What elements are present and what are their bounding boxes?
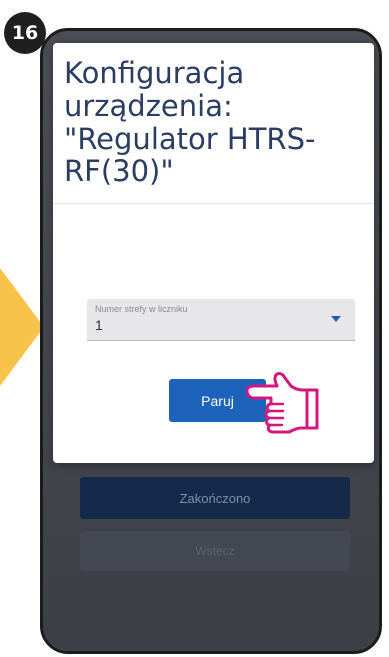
step-number-badge: 16 [4,12,46,54]
screenshot-stage: 16 Zakończono Wstecz Konfiguracja urządz… [0,0,389,657]
dialog-title-line: Konfiguracja [64,56,245,90]
dialog-divider [53,203,374,204]
zone-number-select[interactable]: Numer strefy w liczniku 1 [87,299,355,341]
dialog-title-line: RF(30)" [64,154,174,189]
zone-number-select-value: 1 [95,317,103,333]
dialog-title-line: urządzenia: [64,88,233,123]
back-button-behind-overlay: Wstecz [80,531,350,571]
phone-frame: Zakończono Wstecz Konfiguracja urządzeni… [40,28,382,654]
zone-number-select-label: Numer strefy w liczniku [95,304,188,314]
dropdown-caret-icon [331,316,341,322]
done-button-behind-overlay: Zakończono [80,477,350,519]
dialog-title: Konfiguracja urządzenia: "Regulator HTRS… [64,57,364,188]
dialog-title-line: "Regulator HTRS- [64,121,316,156]
step-arrow-icon [0,268,44,386]
pointing-hand-icon [245,372,319,434]
device-configuration-dialog: Konfiguracja urządzenia: "Regulator HTRS… [53,43,374,463]
